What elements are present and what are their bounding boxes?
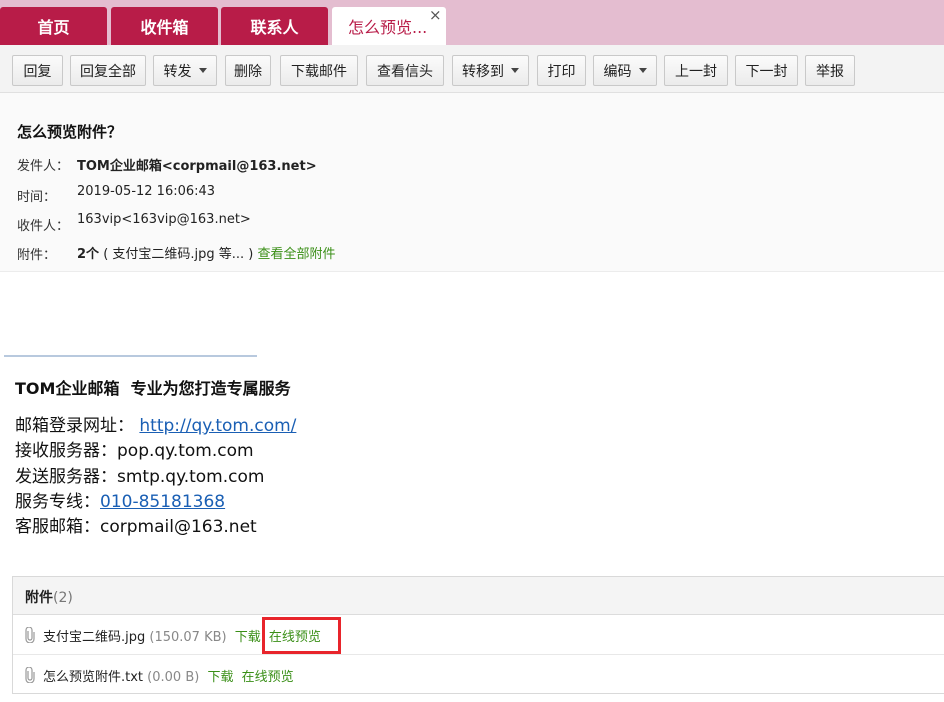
prev-mail-label: 上一封 <box>675 63 717 80</box>
attachment-row: 怎么预览附件.txt (0.00 B) 下载 在线预览 <box>13 655 944 695</box>
attach-count: 2个 <box>77 247 100 262</box>
report-label: 举报 <box>816 63 844 80</box>
attachments-title: 附件(2) <box>25 587 73 607</box>
tab-inbox[interactable]: 收件箱 <box>111 7 218 45</box>
move-to-label: 转移到 <box>462 63 504 80</box>
download-mail-button[interactable]: 下载邮件 <box>280 55 358 86</box>
smtp-line: 发送服务器：smtp.qy.tom.com <box>15 467 265 487</box>
next-mail-button[interactable]: 下一封 <box>735 55 798 86</box>
view-header-label: 查看信头 <box>377 63 433 80</box>
body-title: TOM企业邮箱 专业为您打造专属服务 <box>15 379 291 398</box>
attachment-download-link[interactable]: 下载 <box>235 630 261 645</box>
encoding-button[interactable]: 编码 <box>593 55 657 86</box>
reply-label: 回复 <box>23 63 52 80</box>
tab-home-label: 首页 <box>37 18 70 37</box>
tab-inbox-label: 收件箱 <box>140 18 189 37</box>
forward-button[interactable]: 转发 <box>153 55 217 86</box>
tab-home[interactable]: 首页 <box>0 7 107 45</box>
close-icon[interactable]: × <box>429 8 442 23</box>
paperclip-icon <box>25 667 35 683</box>
attachments-header: 附件(2) <box>13 577 944 615</box>
attachment-size: (150.07 KB) <box>149 630 227 645</box>
attachment-row: 支付宝二维码.jpg (150.07 KB) 下载 在线预览 <box>13 615 944 655</box>
time-label: 时间： <box>17 190 57 205</box>
paperclip-icon <box>25 627 35 643</box>
delete-button[interactable]: 删除 <box>225 55 271 86</box>
move-to-button[interactable]: 转移到 <box>452 55 529 86</box>
tab-contacts-label: 联系人 <box>250 18 299 37</box>
tab-current-mail-label: 怎么预览... <box>348 18 428 37</box>
report-button[interactable]: 举报 <box>805 55 855 86</box>
tab-bar: 首页 收件箱 联系人 怎么预览... × <box>0 0 944 45</box>
preview-highlight-box <box>262 617 341 654</box>
time-value: 2019-05-12 16:06:43 <box>77 184 216 199</box>
mail-subject: 怎么预览附件？ <box>17 123 123 141</box>
login-line: 邮箱登录网址： http://qy.tom.com/ <box>15 411 296 436</box>
tab-contacts[interactable]: 联系人 <box>221 7 328 45</box>
mail-toolbar: 回复 回复全部 转发 删除 下载邮件 查看信头 转移到 打印 编码 上一封 下一… <box>0 45 944 93</box>
view-header-button[interactable]: 查看信头 <box>366 55 444 86</box>
from-label: 发件人： <box>17 159 70 174</box>
to-label: 收件人： <box>17 219 70 234</box>
reply-button[interactable]: 回复 <box>12 55 63 86</box>
hotline-link[interactable]: 010-85181368 <box>100 492 225 512</box>
attachment-preview-link[interactable]: 在线预览 <box>242 670 294 685</box>
print-button[interactable]: 打印 <box>537 55 586 86</box>
attachment-size: (0.00 B) <box>147 670 200 685</box>
attachments-count: (2) <box>53 590 73 606</box>
chevron-down-icon <box>638 68 647 73</box>
hotline-label: 服务专线： <box>15 492 100 512</box>
service-mail-line: 客服邮箱：corpmail@163.net <box>15 517 257 537</box>
chevron-down-icon <box>511 68 519 73</box>
from-value: TOM企业邮箱<corpmail@163.net> <box>77 159 317 174</box>
delete-label: 删除 <box>234 63 262 80</box>
hotline-line: 服务专线：010-85181368 <box>15 487 225 512</box>
attachment-name: 怎么预览附件.txt <box>43 670 144 685</box>
reply-all-button[interactable]: 回复全部 <box>70 55 146 86</box>
reply-all-label: 回复全部 <box>80 63 136 80</box>
attachment-info: 怎么预览附件.txt (0.00 B) 下载 在线预览 <box>43 666 294 685</box>
attachment-download-link[interactable]: 下载 <box>207 670 233 685</box>
login-url-link[interactable]: http://qy.tom.com/ <box>139 416 296 436</box>
mail-header: 怎么预览附件？ 发件人： TOM企业邮箱<corpmail@163.net> 时… <box>0 93 944 272</box>
attachment-name: 支付宝二维码.jpg <box>43 630 146 645</box>
attachments-panel: 附件(2) 支付宝二维码.jpg (150.07 KB) 下载 在线预览 怎么预… <box>12 576 944 694</box>
next-mail-label: 下一封 <box>745 63 788 80</box>
encoding-label: 编码 <box>603 63 632 80</box>
attach-label: 附件： <box>17 248 57 263</box>
attach-summary-text: ( 支付宝二维码.jpg 等... ) <box>103 247 254 262</box>
view-all-attachments-link[interactable]: 查看全部附件 <box>258 247 336 262</box>
attach-summary: 2个 ( 支付宝二维码.jpg 等... ) 查看全部附件 <box>77 243 336 262</box>
login-label: 邮箱登录网址： <box>15 416 134 436</box>
pop-line: 接收服务器：pop.qy.tom.com <box>15 441 254 461</box>
download-mail-label: 下载邮件 <box>291 63 347 80</box>
print-label: 打印 <box>547 63 576 80</box>
chevron-down-icon <box>198 68 207 73</box>
signature-divider <box>4 355 257 357</box>
attachments-title-text: 附件 <box>25 590 53 606</box>
to-value: 163vip<163vip@163.net> <box>77 212 251 227</box>
forward-label: 转发 <box>163 63 192 80</box>
prev-mail-button[interactable]: 上一封 <box>664 55 728 86</box>
